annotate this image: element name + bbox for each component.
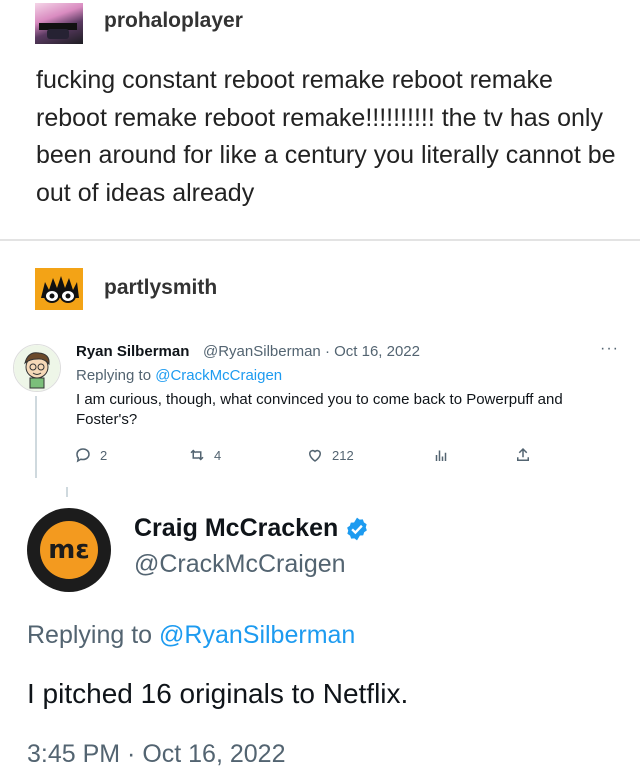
avatar-ryan-silberman[interactable] <box>13 344 61 392</box>
tweet-author-name[interactable]: Ryan Silberman <box>76 343 189 360</box>
tweet-text-main: I pitched 16 originals to Netflix. <box>27 678 409 709</box>
username-prohaloplayer[interactable]: prohaloplayer <box>104 9 243 33</box>
tweet-timestamp[interactable]: 3:45 PM · Oct 16, 2022 <box>27 740 285 769</box>
tweet-author-handle-date[interactable]: @RyanSilberman · Oct 16, 2022 <box>203 343 420 360</box>
heart-icon <box>308 449 322 462</box>
analytics-icon <box>435 450 447 461</box>
tweet-text: I am curious, though, what convinced you… <box>76 391 563 428</box>
replying-to-mention-main[interactable]: @RyanSilberman <box>159 621 355 649</box>
analytics-button[interactable] <box>432 446 450 464</box>
avatar-craig-mccracken[interactable]: mε <box>27 508 111 592</box>
username-partlysmith[interactable]: partlysmith <box>104 276 217 300</box>
thread-connector <box>66 487 68 497</box>
tweet-action-bar: 2 4 212 <box>70 446 540 470</box>
verified-badge-icon <box>347 517 368 540</box>
reply-count: 2 <box>100 447 108 463</box>
tweet-author-handle-main[interactable]: @CrackMcCraigen <box>134 550 346 579</box>
more-options-icon[interactable]: ··· <box>600 340 619 358</box>
replying-to-prefix-main: Replying to <box>27 621 160 649</box>
replying-to-line: Replying to @CrackMcCraigen <box>76 367 282 384</box>
retweet-button[interactable]: 4 <box>188 446 221 464</box>
replying-to-mention[interactable]: @CrackMcCraigen <box>155 367 282 384</box>
like-count: 212 <box>332 447 354 463</box>
avatar-logo: mε <box>40 521 98 579</box>
retweet-icon <box>190 449 204 461</box>
thread-line <box>35 396 37 478</box>
replying-to-line-main: Replying to @RyanSilberman <box>27 621 355 650</box>
retweet-count: 4 <box>214 447 222 463</box>
share-button[interactable] <box>514 446 532 464</box>
share-icon <box>517 447 529 461</box>
replying-to-prefix: Replying to <box>76 367 156 384</box>
reply-button[interactable]: 2 <box>74 446 107 464</box>
like-button[interactable]: 212 <box>306 446 354 464</box>
user-avatar-prohaloplayer[interactable] <box>35 3 83 44</box>
user-avatar-partlysmith[interactable] <box>35 268 83 310</box>
reply-icon <box>76 448 90 463</box>
tumblr-post-original: prohaloplayer fucking constant reboot re… <box>0 0 640 240</box>
post-body-text: fucking constant reboot remake reboot re… <box>36 66 616 207</box>
post-divider <box>0 239 640 241</box>
tweet-author-name-main[interactable]: Craig McCracken <box>134 514 370 543</box>
author-name: Craig McCracken <box>134 514 339 542</box>
